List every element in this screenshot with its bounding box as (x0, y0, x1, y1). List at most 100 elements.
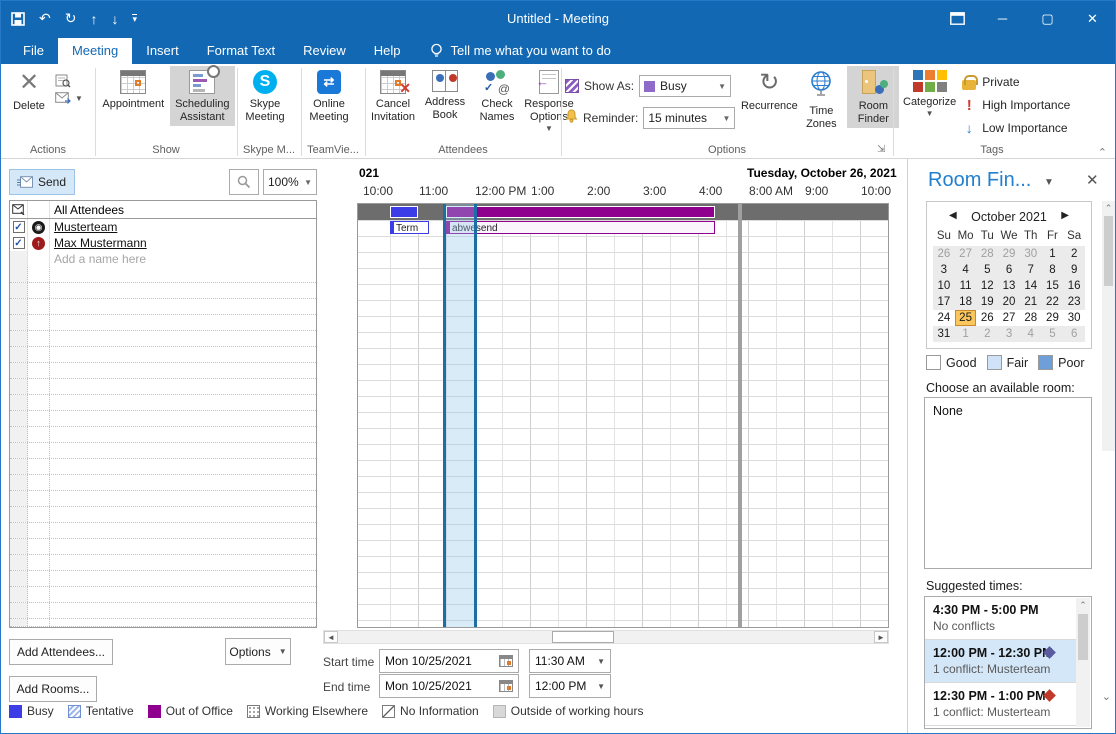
suggested-time-item[interactable]: 4:30 PM - 5:00 PMNo conflicts (925, 597, 1076, 640)
recurrence-button[interactable]: ↻ Recurrence (743, 66, 795, 115)
calendar-day[interactable]: 10 (933, 278, 955, 294)
empty-attendee-row[interactable] (10, 331, 316, 347)
skype-meeting-button[interactable]: S Skype Meeting (239, 66, 291, 126)
calendar-day[interactable]: 12 (976, 278, 998, 294)
calendar-day[interactable]: 30 (1063, 310, 1085, 326)
panel-scrollbar[interactable]: ⌃ (1102, 201, 1115, 451)
empty-attendee-row[interactable] (10, 379, 316, 395)
calendar-day[interactable]: 17 (933, 294, 955, 310)
calendar-day[interactable]: 26 (976, 310, 998, 326)
scroll-right-icon[interactable]: ► (874, 631, 888, 643)
calendar-day[interactable]: 16 (1063, 278, 1085, 294)
calendar-day[interactable]: 21 (1020, 294, 1042, 310)
calendar-day[interactable]: 26 (933, 246, 955, 262)
room-finder-caret-icon[interactable]: ▼ (1044, 177, 1054, 188)
collapse-ribbon-icon[interactable]: ⌃ (1098, 146, 1107, 159)
appointment-button[interactable]: Appointment (97, 66, 170, 113)
available-room-list[interactable]: None (924, 397, 1092, 569)
ribbon-display-options-icon[interactable] (935, 1, 980, 36)
calendar-day[interactable]: 9 (1063, 262, 1085, 278)
empty-attendee-row[interactable] (10, 491, 316, 507)
panel-scroll-down-icon[interactable]: ⌄ (1102, 690, 1111, 703)
scheduling-assistant-button[interactable]: Scheduling Assistant (170, 66, 235, 126)
add-rooms-button[interactable]: Add Rooms... (9, 676, 97, 702)
free-busy-grid[interactable]: Termabwesend (357, 203, 889, 628)
calendar-day[interactable]: 7 (1020, 262, 1042, 278)
date-picker-icon[interactable] (499, 655, 513, 667)
calendar-day[interactable]: 1 (1042, 246, 1064, 262)
calendar-day[interactable]: 27 (998, 310, 1020, 326)
empty-attendee-row[interactable] (10, 267, 316, 283)
categorize-button[interactable]: Categorize ▼ (897, 66, 962, 120)
empty-attendee-row[interactable] (10, 315, 316, 331)
tab-help[interactable]: Help (360, 38, 415, 64)
date-picker-icon[interactable] (499, 680, 513, 692)
calendar-day[interactable]: 5 (1042, 326, 1064, 342)
high-importance-button[interactable]: !High Importance (962, 95, 1070, 115)
forward-button[interactable]: ▼ (55, 92, 83, 104)
tab-format-text[interactable]: Format Text (193, 38, 289, 64)
empty-attendee-row[interactable] (10, 299, 316, 315)
scroll-left-icon[interactable]: ◄ (324, 631, 338, 643)
calendar-day[interactable]: 3 (933, 262, 955, 278)
empty-attendee-row[interactable] (10, 427, 316, 443)
calendar-day[interactable]: 2 (976, 326, 998, 342)
reminder-dropdown[interactable]: 15 minutes ▼ (643, 107, 735, 129)
calendar-day-selected[interactable]: 25 (955, 310, 977, 326)
empty-attendee-row[interactable] (10, 507, 316, 523)
maximize-button[interactable]: ▢ (1025, 1, 1070, 36)
scrollbar-thumb[interactable] (1078, 614, 1088, 660)
grid-horizontal-scrollbar[interactable]: ◄ ► (323, 630, 889, 644)
options-dialog-launcher-icon[interactable]: ⇲ (877, 144, 885, 155)
low-importance-button[interactable]: ↓Low Importance (962, 118, 1070, 138)
empty-attendee-row[interactable] (10, 347, 316, 363)
tell-me-box[interactable]: Tell me what you want to do (414, 38, 620, 64)
calendar-day[interactable]: 18 (955, 294, 977, 310)
calendar-day[interactable]: 5 (976, 262, 998, 278)
tab-meeting[interactable]: Meeting (58, 38, 132, 64)
suggestions-scrollbar[interactable]: ⌃ (1076, 598, 1090, 727)
minimize-button[interactable]: ─ (980, 1, 1025, 36)
calendar-day[interactable]: 14 (1020, 278, 1042, 294)
calendar-day[interactable]: 27 (955, 246, 977, 262)
empty-attendee-row[interactable] (10, 395, 316, 411)
calendar-day[interactable]: 4 (1020, 326, 1042, 342)
calendar-day[interactable]: 29 (998, 246, 1020, 262)
calendar-day[interactable]: 20 (998, 294, 1020, 310)
next-month-icon[interactable]: ▶ (1061, 210, 1069, 221)
delete-button[interactable]: ✕ Delete (3, 66, 55, 115)
check-names-button[interactable]: ✓ @ Check Names (471, 66, 523, 126)
empty-attendee-row[interactable] (10, 571, 316, 587)
tab-file[interactable]: File (9, 38, 58, 64)
calendar-day[interactable]: 1 (955, 326, 977, 342)
empty-attendee-row[interactable] (10, 619, 316, 627)
empty-attendee-row[interactable] (10, 603, 316, 619)
empty-attendee-row[interactable] (10, 443, 316, 459)
calendar-day[interactable]: 30 (1020, 246, 1042, 262)
open-item-icon[interactable] (55, 74, 71, 88)
scroll-up-icon[interactable]: ⌃ (1076, 600, 1090, 611)
empty-attendee-row[interactable] (10, 283, 316, 299)
calendar-day[interactable]: 6 (998, 262, 1020, 278)
suggested-time-item[interactable]: 12:00 PM - 12:30 PM1 conflict: Mustertea… (925, 640, 1076, 683)
empty-attendee-row[interactable] (10, 587, 316, 603)
options-button[interactable]: Options▼ (225, 638, 291, 665)
empty-attendee-row[interactable] (10, 539, 316, 555)
start-time-field[interactable]: 11:30 AM▼ (529, 649, 611, 673)
scrollbar-thumb[interactable] (1104, 216, 1113, 286)
calendar-day[interactable]: 31 (933, 326, 955, 342)
show-as-dropdown[interactable]: Busy ▼ (639, 75, 731, 97)
calendar-day[interactable]: 19 (976, 294, 998, 310)
suggested-time-item[interactable]: 12:30 PM - 1:00 PM1 conflict: Musterteam (925, 683, 1076, 726)
online-meeting-button[interactable]: ⇄ Online Meeting (303, 66, 355, 126)
tab-insert[interactable]: Insert (132, 38, 193, 64)
send-button[interactable]: Send (9, 169, 75, 195)
checkbox-checked-icon[interactable]: ✓ (13, 221, 25, 233)
calendar-day[interactable]: 28 (976, 246, 998, 262)
empty-attendee-row[interactable] (10, 411, 316, 427)
calendar-day[interactable]: 28 (1020, 310, 1042, 326)
calendar-day[interactable]: 8 (1042, 262, 1064, 278)
empty-attendee-row[interactable] (10, 475, 316, 491)
private-button[interactable]: Private (962, 72, 1070, 92)
calendar-day[interactable]: 29 (1042, 310, 1064, 326)
